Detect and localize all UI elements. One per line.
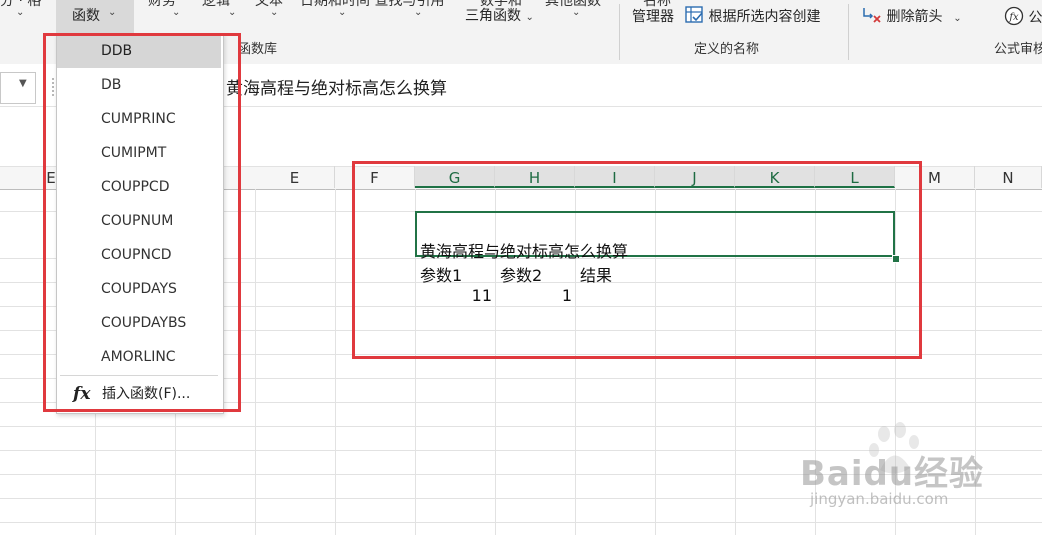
ribbon-separator [619, 4, 620, 60]
ribbon-cut-label: 日期和时间 查找与引用 [300, 0, 445, 9]
annotation-box-dropdown [43, 33, 241, 412]
create-names-icon [685, 6, 703, 23]
formula-audit-label: 公 [1028, 10, 1042, 26]
create-from-selection-button[interactable]: 根据所选内容创建 [685, 6, 820, 26]
annotation-box-data [352, 161, 922, 359]
baidu-watermark: Baidu经验 jingyan.baidu.com [798, 420, 1038, 520]
dropdown-caret-icon[interactable]: ⌄ [172, 7, 180, 18]
watermark-url: jingyan.baidu.com [810, 490, 949, 508]
remove-arrows-button[interactable]: 删除箭头 ⌄ [862, 6, 962, 26]
column-header-e[interactable]: E [255, 166, 335, 188]
group-label-defined-names: 定义的名称 [694, 42, 760, 57]
watermark-brand: Baidu经验 [800, 454, 985, 494]
function-circle-icon: fx [1004, 6, 1024, 26]
column-header-n[interactable]: N [975, 166, 1042, 188]
name-manager-button[interactable]: 管理器 [632, 6, 674, 26]
dropdown-caret-icon[interactable]: ⌄ [16, 7, 24, 18]
group-label-formula-auditing: 公式审核 [994, 42, 1042, 57]
dropdown-caret-icon[interactable]: ⌄ [270, 7, 278, 18]
remove-arrows-icon [863, 8, 881, 23]
ribbon-cut-label: 文本 [255, 0, 283, 9]
svg-text:fx: fx [1008, 12, 1019, 23]
more-functions-button[interactable]: 函数 ⌄ [56, 0, 134, 34]
group-label-function-library: 函数库 [238, 42, 278, 57]
formula-bar-input[interactable]: 黄海高程与绝对标高怎么换算 [226, 74, 447, 99]
ribbon-cut-label: 逻辑 [202, 0, 230, 9]
dropdown-caret-icon: ⌄ [525, 12, 534, 23]
functions-button-label: 函数 [72, 8, 100, 24]
create-from-selection-label: 根据所选内容创建 [708, 9, 821, 25]
dropdown-caret-icon[interactable]: ⌄ [228, 7, 236, 18]
remove-arrows-label: 删除箭头 [886, 9, 943, 25]
grid-line [0, 522, 1042, 523]
name-box[interactable]: ▼ [0, 72, 36, 104]
chevron-down-icon: ▼ [19, 78, 27, 89]
trig-functions-label: 三角函数 [465, 8, 521, 24]
dropdown-caret-icon[interactable]: ⌄ [338, 7, 346, 18]
formula-audit-button[interactable]: fx 公 [1004, 6, 1042, 27]
grid-line [335, 189, 336, 535]
dropdown-caret-icon: ⌄ [946, 13, 962, 24]
grid-line [255, 189, 256, 535]
dropdown-caret-icon[interactable]: ⌄ [414, 7, 422, 18]
dropdown-caret-icon[interactable]: ⌄ [572, 7, 580, 18]
dropdown-caret-icon: ⌄ [108, 7, 117, 18]
ribbon-separator [848, 4, 849, 60]
trig-functions-button[interactable]: 三角函数 ⌄ [465, 5, 534, 25]
